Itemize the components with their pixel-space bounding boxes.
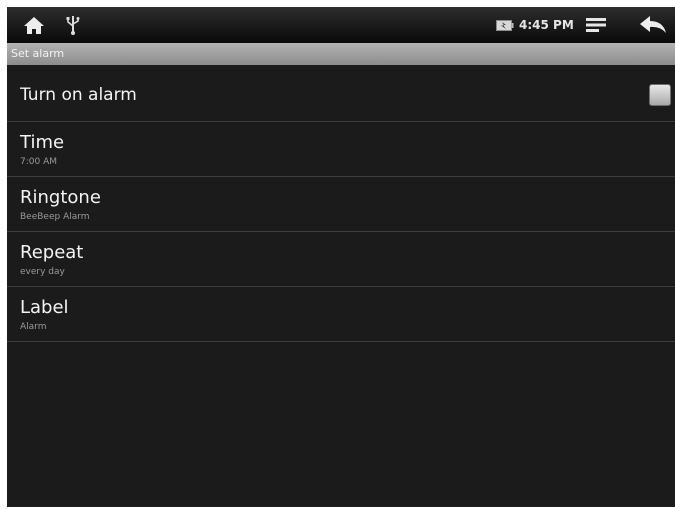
ringtone-row[interactable]: Ringtone BeeBeep Alarm (7, 177, 675, 232)
menu-icon[interactable] (583, 7, 609, 43)
turn-on-alarm-label: Turn on alarm (20, 85, 137, 105)
battery-icon (494, 7, 516, 43)
ringtone-label: Ringtone (20, 187, 101, 208)
turn-on-alarm-checkbox[interactable] (649, 84, 671, 106)
clock-time: 4:45 PM (519, 18, 574, 32)
status-bar: 4:45 PM (7, 7, 675, 43)
time-row[interactable]: Time 7:00 AM (7, 122, 675, 177)
title-bar: Set alarm (7, 43, 675, 65)
repeat-value: every day (20, 267, 65, 277)
turn-on-alarm-row[interactable]: Turn on alarm (7, 65, 675, 122)
time-value: 7:00 AM (20, 157, 57, 167)
back-icon[interactable] (637, 7, 669, 43)
label-label: Label (20, 297, 69, 318)
ringtone-value: BeeBeep Alarm (20, 212, 90, 222)
time-label: Time (20, 132, 65, 153)
usb-icon (63, 7, 83, 43)
repeat-label: Repeat (20, 242, 84, 263)
repeat-row[interactable]: Repeat every day (7, 232, 675, 287)
home-icon[interactable] (21, 7, 47, 43)
label-value: Alarm (20, 322, 47, 332)
page-title: Set alarm (11, 47, 65, 60)
label-row[interactable]: Label Alarm (7, 287, 675, 342)
device-screen: 4:45 PM Set alarm Turn on alarm Time 7:0… (7, 7, 675, 507)
alarm-settings-list: Turn on alarm Time 7:00 AM Ringtone BeeB… (7, 65, 675, 342)
